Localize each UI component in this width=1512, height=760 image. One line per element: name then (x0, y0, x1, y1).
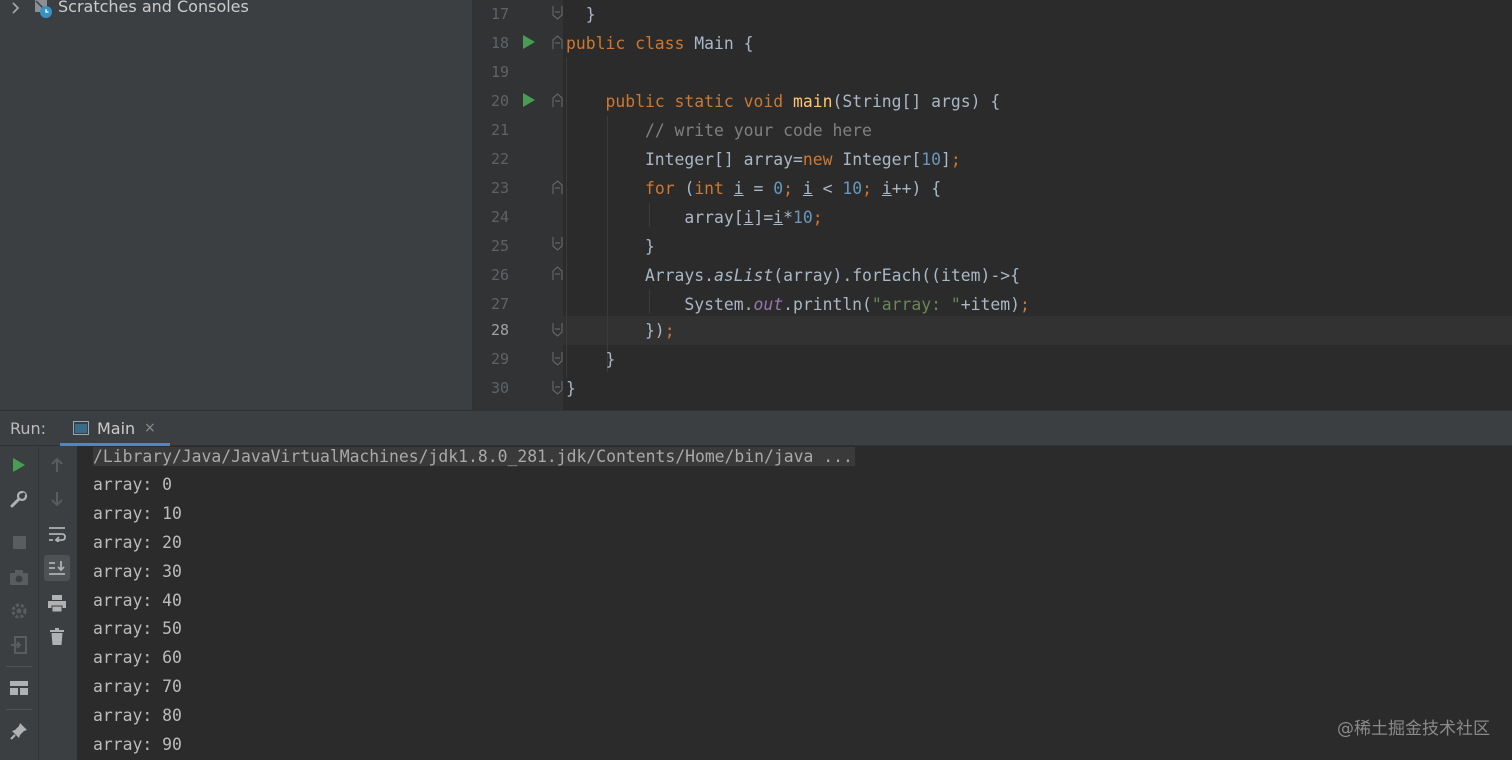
code-line[interactable]: System.out.println("array: "+item); (566, 290, 1029, 319)
line-number: 21 (490, 121, 509, 139)
line-number: 20 (490, 92, 509, 110)
fold-icon[interactable] (552, 35, 563, 49)
settings-button[interactable] (6, 598, 32, 624)
console-output[interactable]: /Library/Java/JavaVirtualMachines/jdk1.8… (77, 446, 1512, 760)
pin-tab-button[interactable] (6, 718, 32, 744)
console-line[interactable]: array: 70 (93, 672, 182, 701)
console-line[interactable]: array: 0 (93, 470, 172, 499)
toolbar-separator (6, 666, 32, 667)
command-line[interactable]: /Library/Java/JavaVirtualMachines/jdk1.8… (93, 447, 855, 466)
camera-icon (10, 569, 28, 585)
stop-icon (12, 535, 26, 549)
exit-button[interactable] (6, 632, 32, 658)
run-toolbar-primary (0, 446, 38, 760)
console-icon (73, 421, 89, 435)
code-line[interactable]: }); (566, 316, 675, 345)
console-line[interactable]: array: 80 (93, 701, 182, 730)
trash-icon (50, 627, 64, 645)
run-gutter-icon[interactable] (523, 35, 535, 49)
run-label: Run: (10, 419, 47, 438)
chevron-right-icon[interactable] (10, 0, 22, 18)
edit-configuration-button[interactable] (6, 486, 32, 512)
line-number: 29 (490, 350, 509, 368)
console-line[interactable]: array: 60 (93, 643, 182, 672)
run-button[interactable] (6, 452, 32, 478)
dump-threads-button[interactable] (6, 564, 32, 590)
line-number: 22 (490, 150, 509, 168)
run-icon (13, 458, 25, 472)
previous-occurrence-button[interactable] (44, 452, 70, 478)
current-line-highlight (563, 316, 1512, 345)
run-toolbar-secondary (38, 446, 77, 760)
scroll-to-end-button[interactable] (44, 555, 70, 581)
wrench-icon (10, 490, 28, 508)
close-icon[interactable]: × (144, 420, 156, 436)
tree-item-label: Scratches and Consoles (58, 0, 249, 16)
line-number: 30 (490, 379, 509, 397)
exit-icon (11, 636, 27, 654)
run-tool-window-header: Run: Main × (0, 410, 1512, 446)
print-icon (48, 594, 66, 612)
layout-icon (10, 681, 28, 695)
soft-wrap-icon (49, 527, 66, 542)
toolbar-separator (6, 709, 32, 710)
code-line[interactable]: public static void main(String[] args) { (566, 87, 1000, 116)
code-line[interactable]: public class Main { (566, 29, 754, 58)
code-editor[interactable]: 17 18 19 20 21 22 23 24 25 26 27 28 29 3… (473, 0, 1512, 410)
code-line[interactable]: } (566, 374, 576, 403)
pin-icon (10, 723, 27, 740)
console-line[interactable]: array: 30 (93, 557, 182, 586)
line-number: 17 (490, 5, 509, 23)
line-number: 27 (490, 295, 509, 313)
code-line[interactable]: } (566, 232, 655, 261)
code-line[interactable]: Integer[] array=new Integer[10]; (566, 145, 961, 174)
fold-icon[interactable] (552, 237, 563, 251)
stop-button[interactable] (6, 529, 32, 555)
down-arrow-icon (51, 492, 63, 507)
code-line[interactable]: Arrays.asList(array).forEach((item)->{ (566, 261, 1020, 290)
layout-button[interactable] (6, 675, 32, 701)
next-occurrence-button[interactable] (44, 486, 70, 512)
fold-icon[interactable] (552, 180, 563, 194)
soft-wrap-button[interactable] (44, 521, 70, 547)
line-number: 24 (490, 208, 509, 226)
line-number: 19 (490, 63, 509, 81)
line-number-current: 28 (490, 321, 509, 339)
tab-label: Main (97, 419, 136, 438)
project-panel: Scratches and Consoles (0, 0, 472, 410)
fold-icon[interactable] (552, 6, 563, 20)
console-line[interactable]: array: 40 (93, 586, 182, 615)
tree-item-scratches[interactable]: Scratches and Consoles (0, 0, 472, 18)
scratches-icon (35, 0, 52, 18)
line-number: 18 (490, 34, 509, 52)
fold-icon[interactable] (552, 266, 563, 280)
line-number: 23 (490, 179, 509, 197)
print-button[interactable] (44, 590, 70, 616)
up-arrow-icon (51, 457, 63, 472)
code-line[interactable]: array[i]=i*10; (566, 203, 822, 232)
console-line[interactable]: array: 10 (93, 499, 182, 528)
line-number: 25 (490, 237, 509, 255)
code-line[interactable]: // write your code here (566, 116, 872, 145)
run-gutter-icon[interactable] (523, 93, 535, 107)
fold-icon[interactable] (552, 352, 563, 366)
code-line[interactable]: } (566, 0, 596, 29)
tab-main[interactable]: Main × (60, 411, 170, 446)
console-line[interactable]: array: 50 (93, 614, 182, 643)
console-line[interactable]: array: 90 (93, 730, 182, 759)
fold-icon[interactable] (552, 381, 563, 395)
scroll-to-end-icon (49, 561, 65, 575)
line-number: 26 (490, 266, 509, 284)
settings-icon (11, 603, 27, 619)
code-line[interactable]: for (int i = 0; i < 10; i++) { (566, 174, 941, 203)
editor-gutter[interactable]: 17 18 19 20 21 22 23 24 25 26 27 28 29 3… (473, 0, 563, 410)
console-line[interactable]: array: 20 (93, 528, 182, 557)
watermark: @稀土掘金技术社区 (1337, 719, 1490, 739)
fold-icon[interactable] (552, 323, 563, 337)
code-line[interactable]: } (566, 345, 615, 374)
fold-icon[interactable] (552, 93, 563, 107)
clear-all-button[interactable] (44, 623, 70, 649)
